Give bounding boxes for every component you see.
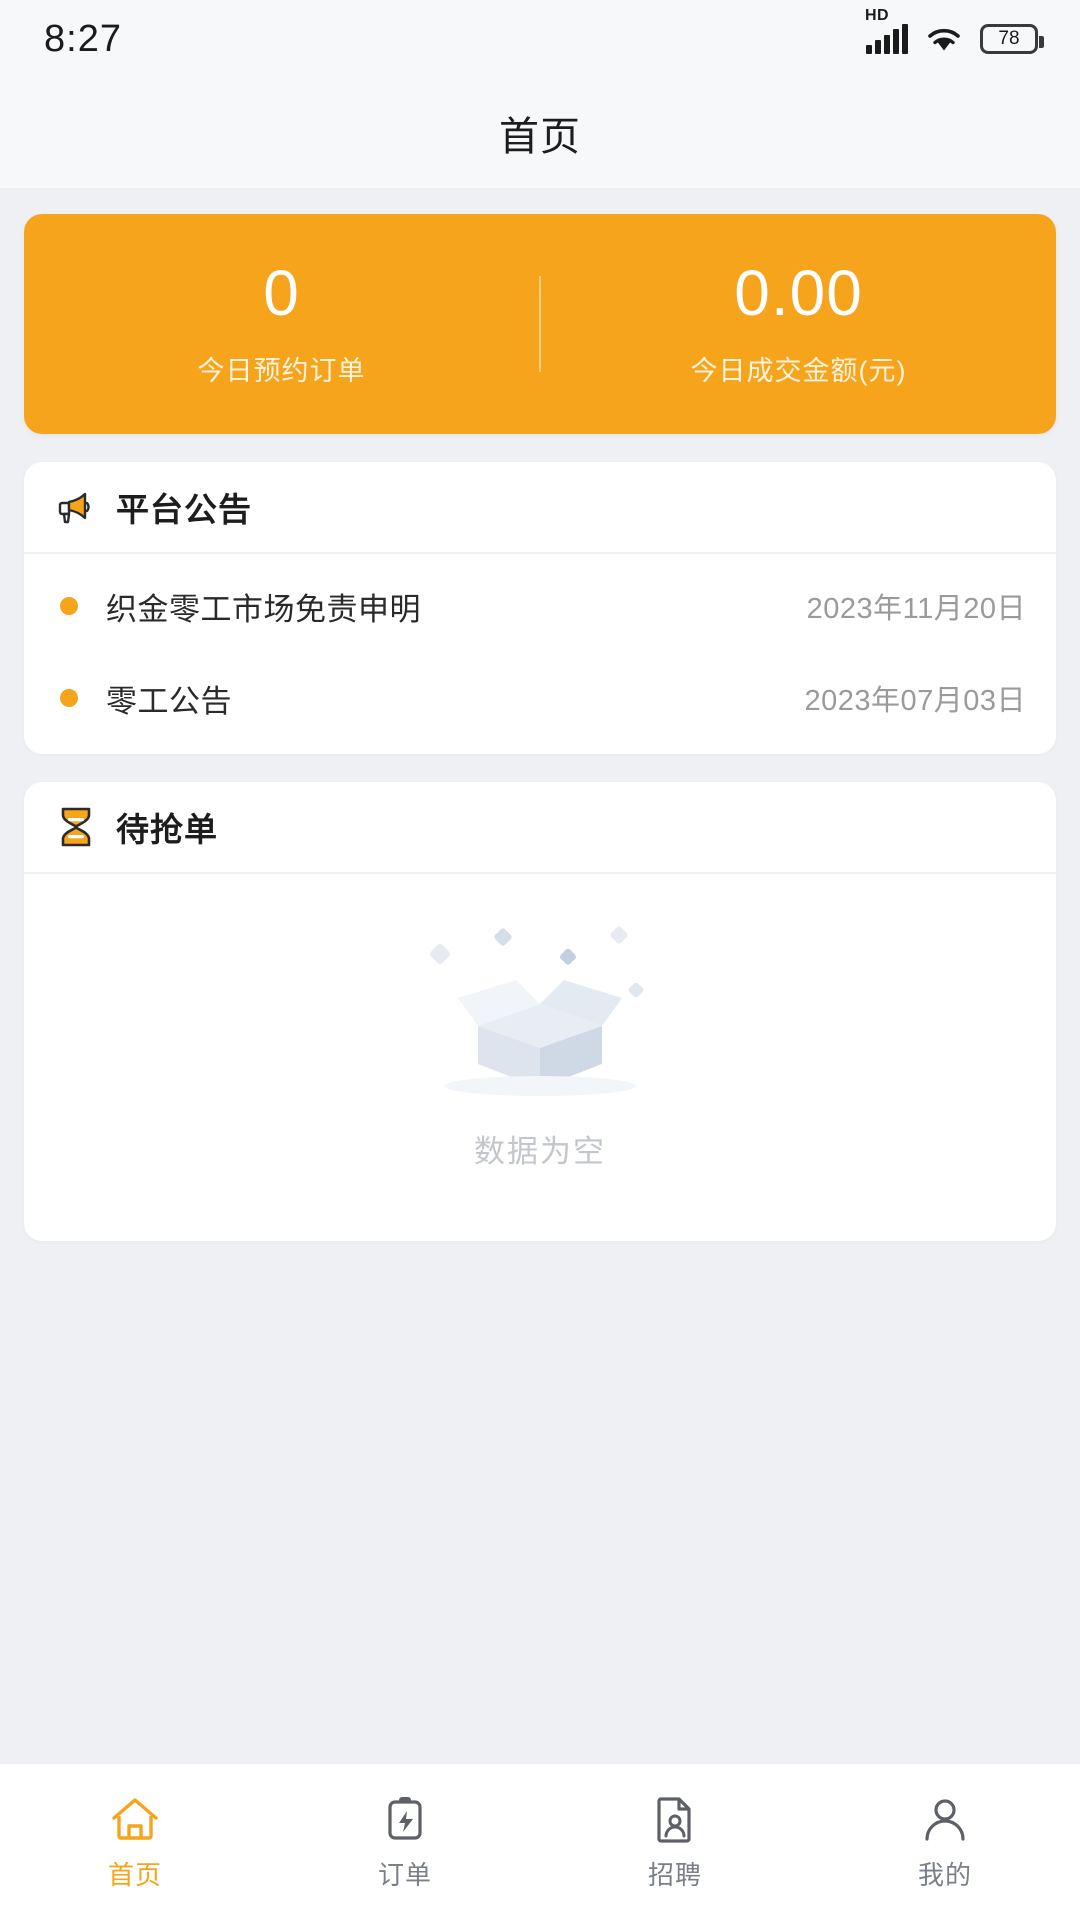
announcement-card-header: 平台公告 [24,462,1056,554]
today-stats-card: 0 今日预约订单 0.00 今日成交金额(元) [24,214,1056,434]
signal-bars-icon [866,24,908,54]
stat-today-orders-label: 今日预约订单 [197,355,366,386]
profile-icon [925,1798,965,1841]
hourglass-icon [54,805,98,849]
bullet-icon [60,597,78,615]
order-icon [388,1796,422,1840]
page-content: 0 今日预约订单 0.00 今日成交金额(元) 平台公告 织金零工市场免责申明 … [0,188,1080,1762]
bullet-icon [60,689,78,707]
home-icon [112,1797,158,1840]
pending-orders-card-header: 待抢单 [24,782,1056,874]
tab-profile-label: 我的 [917,1859,972,1890]
announcement-title: 织金零工市场免责申明 [106,591,421,627]
list-item[interactable]: 零工公告 2023年07月03日 [24,652,1056,744]
pending-orders-card: 待抢单 数据为空 [24,782,1056,1241]
tab-order[interactable]: 订单 [270,1793,540,1892]
stat-today-amount[interactable]: 0.00 今日成交金额(元) [541,261,1056,388]
status-bar-icons: HD 78 [865,7,1044,55]
status-bar: 8:27 HD 78 [0,0,1080,78]
stat-today-amount-label: 今日成交金额(元) [690,355,907,386]
status-bar-clock: 8:27 [44,17,122,60]
navbar: 首页 [0,78,1080,188]
hd-signal-icon: HD [865,7,908,54]
bottom-tabbar: 首页 订单 招聘 我的 [0,1762,1080,1920]
stat-today-orders-value: 0 [263,256,300,329]
tab-recruit[interactable]: 招聘 [540,1793,810,1892]
tab-profile[interactable]: 我的 [810,1793,1080,1892]
announcement-list: 织金零工市场免责申明 2023年11月20日 零工公告 2023年07月03日 [24,554,1056,754]
hd-label: HD [865,7,890,24]
announcement-date: 2023年11月20日 [806,593,1026,625]
pending-orders-empty-state: 数据为空 [24,874,1056,1241]
wifi-icon [928,28,960,51]
announcement-card-title: 平台公告 [116,491,252,528]
announcement-title: 零工公告 [106,683,232,719]
announcement-date: 2023年07月03日 [804,685,1026,717]
announcement-card: 平台公告 织金零工市场免责申明 2023年11月20日 零工公告 2023年07… [24,462,1056,754]
stat-today-amount-value: 0.00 [734,256,863,329]
empty-state-text: 数据为空 [474,1134,606,1169]
page-title: 首页 [499,115,581,159]
tab-recruit-label: 招聘 [647,1859,702,1890]
tab-home-label: 首页 [107,1859,162,1890]
pending-orders-card-title: 待抢单 [116,811,218,848]
tab-order-label: 订单 [377,1859,432,1890]
megaphone-icon [54,485,98,529]
list-item[interactable]: 织金零工市场免责申明 2023年11月20日 [24,560,1056,652]
recruit-icon [657,1796,691,1843]
tab-home[interactable]: 首页 [0,1793,270,1892]
empty-box-illustration [429,926,644,1096]
battery-icon: 78 [980,24,1044,54]
stat-today-orders[interactable]: 0 今日预约订单 [24,261,539,388]
battery-level: 78 [998,28,1020,49]
